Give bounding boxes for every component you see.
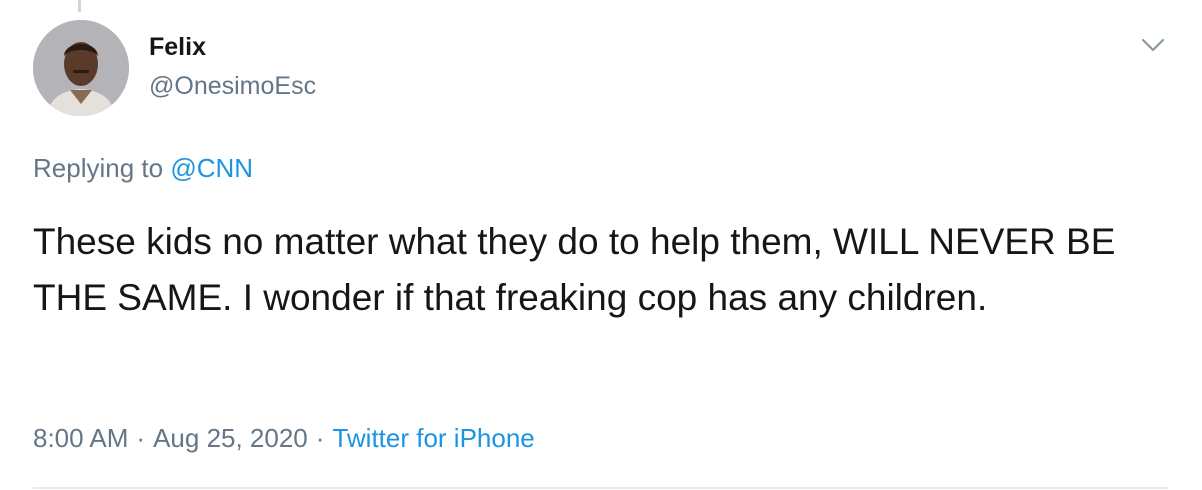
meta-separator: ·	[136, 423, 146, 453]
tweet-source-link[interactable]: Twitter for iPhone	[332, 423, 534, 453]
thread-connector-line	[78, 0, 81, 12]
avatar-image	[33, 20, 129, 116]
avatar[interactable]	[33, 20, 129, 116]
meta-separator: ·	[315, 423, 325, 453]
divider	[33, 487, 1168, 489]
tweet-date[interactable]: Aug 25, 2020	[153, 423, 308, 453]
author-name[interactable]: Felix	[149, 33, 206, 62]
tweet-text: These kids no matter what they do to hel…	[33, 221, 1116, 318]
author-handle[interactable]: @OnesimoEsc	[149, 72, 316, 101]
reply-mention-link[interactable]: @CNN	[170, 153, 253, 183]
replying-to-label: Replying to	[33, 153, 164, 183]
tweet-meta: 8:00 AM · Aug 25, 2020 · Twitter for iPhone	[33, 423, 535, 454]
chevron-down-icon[interactable]	[1138, 32, 1168, 58]
replying-to: Replying to @CNN	[33, 153, 253, 184]
tweet-time[interactable]: 8:00 AM	[33, 423, 128, 453]
